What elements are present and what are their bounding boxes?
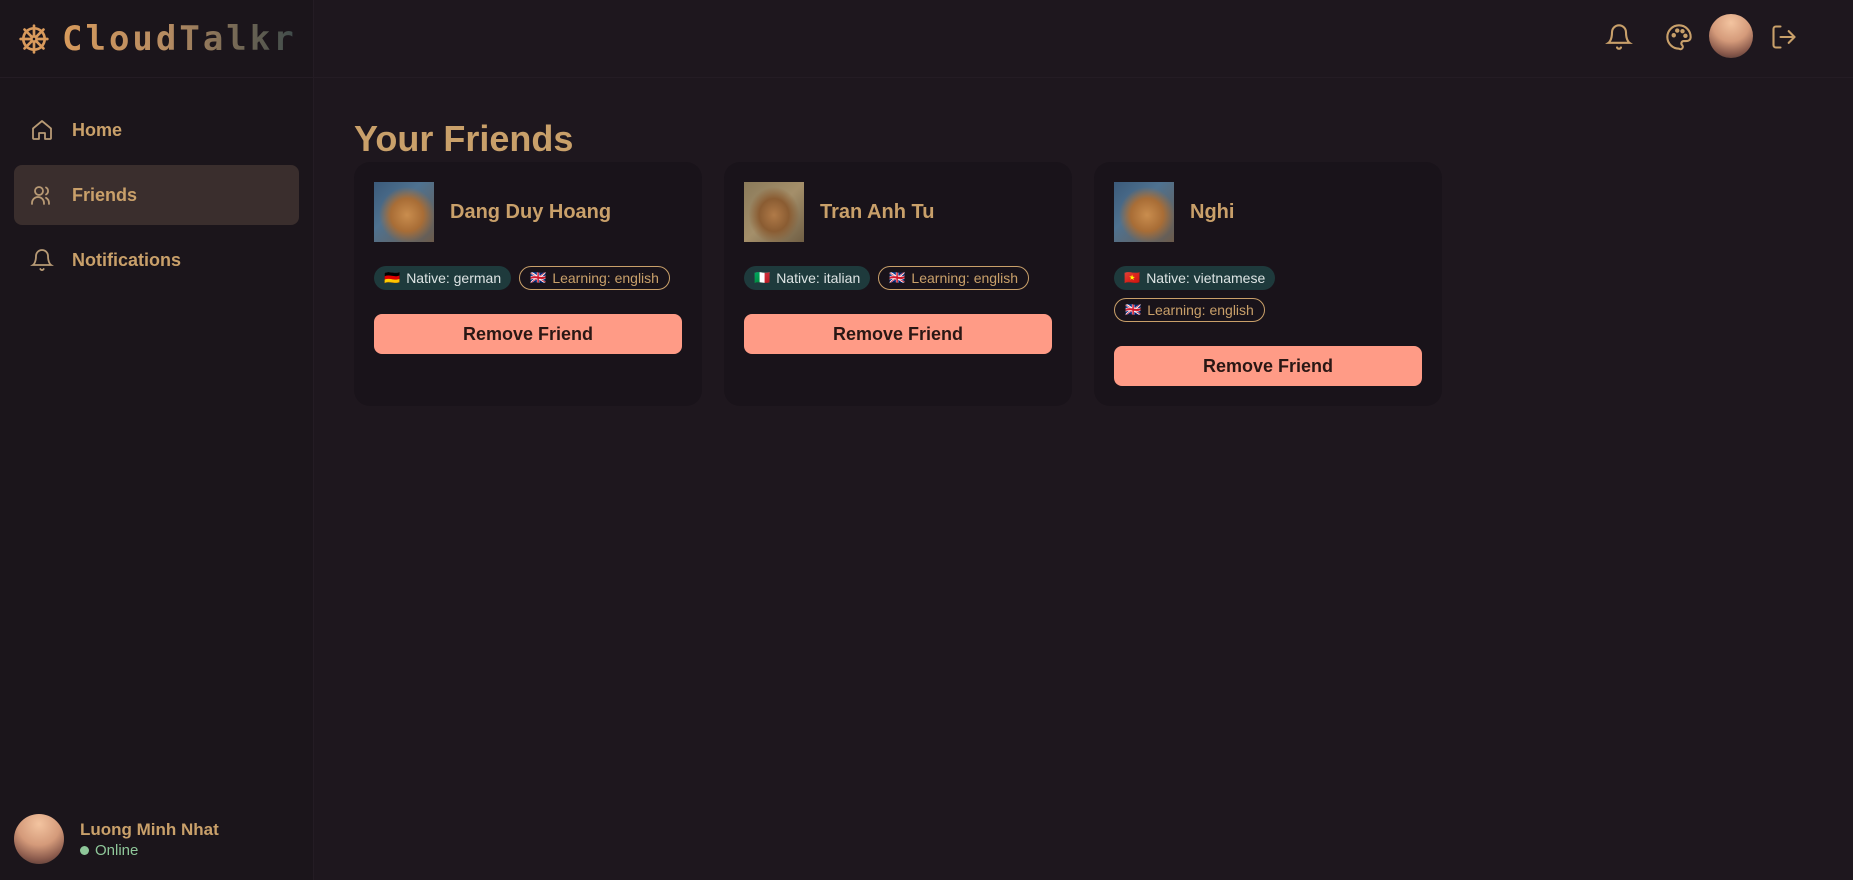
sidebar-item-label: Friends [72,184,138,205]
home-icon [30,117,56,143]
sidebar-item-friends[interactable]: Friends [14,165,299,225]
friend-name: Nghi [1190,200,1235,223]
native-language-badge: 🇻🇳 Native: vietnamese [1114,266,1276,290]
remove-friend-button[interactable]: Remove Friend [1114,346,1422,386]
status-dot-icon [80,845,89,855]
flag-uk-icon: 🇬🇧 [1125,302,1142,317]
learning-language-badge: 🇬🇧 Learning: english [878,266,1030,290]
flag-germany-icon: 🇩🇪 [384,270,401,285]
flag-italy-icon: 🇮🇹 [754,270,771,285]
friend-card: Dang Duy Hoang 🇩🇪 Native: german 🇬🇧 Lear… [354,162,702,406]
app-name: CloudTalkr [62,18,297,59]
ship-wheel-icon [18,23,50,55]
sidebar-nav: Home Friends Notifications [0,100,313,290]
avatar[interactable] [1709,14,1753,58]
learning-language-badge: 🇬🇧 Learning: english [519,266,670,290]
friend-avatar [374,182,434,242]
palette-icon[interactable] [1664,22,1694,52]
status-badge: Online [80,842,219,859]
friends-list: Dang Duy Hoang 🇩🇪 Native: german 🇬🇧 Lear… [354,162,1442,406]
remove-friend-button[interactable]: Remove Friend [744,314,1052,354]
native-language-badge: 🇮🇹 Native: italian [744,266,871,290]
logo[interactable]: CloudTalkr [0,0,313,78]
users-icon [30,182,56,208]
friend-card: Tran Anh Tu 🇮🇹 Native: italian 🇬🇧 Learni… [724,162,1072,406]
sidebar-item-label: Notifications [72,249,182,270]
flag-uk-icon: 🇬🇧 [889,270,906,285]
remove-friend-button[interactable]: Remove Friend [374,314,682,354]
friend-avatar [1114,182,1174,242]
sidebar: CloudTalkr Home Friends Notifications Lu… [0,0,314,880]
bell-icon[interactable] [1604,22,1634,52]
flag-vietnam-icon: 🇻🇳 [1124,270,1141,285]
native-language-badge: 🇩🇪 Native: german [374,266,512,290]
top-bar [314,0,1853,78]
status-text: Online [95,841,139,859]
learning-language-badge: 🇬🇧 Learning: english [1114,298,1265,322]
avatar [14,814,64,864]
sidebar-item-label: Home [72,119,123,140]
sidebar-item-notifications[interactable]: Notifications [14,230,299,290]
bell-icon [30,247,56,273]
logout-icon[interactable] [1769,22,1799,52]
page-title: Your Friends [354,118,574,159]
friend-avatar [744,182,804,242]
flag-uk-icon: 🇬🇧 [530,270,547,285]
friend-name: Dang Duy Hoang [450,200,612,223]
current-user[interactable]: Luong Minh Nhat Online [14,814,219,864]
sidebar-item-home[interactable]: Home [14,100,299,160]
friend-card: Nghi 🇻🇳 Native: vietnamese 🇬🇧 Learning: … [1094,162,1442,406]
friend-name: Tran Anh Tu [820,200,935,223]
user-name: Luong Minh Nhat [80,819,219,839]
